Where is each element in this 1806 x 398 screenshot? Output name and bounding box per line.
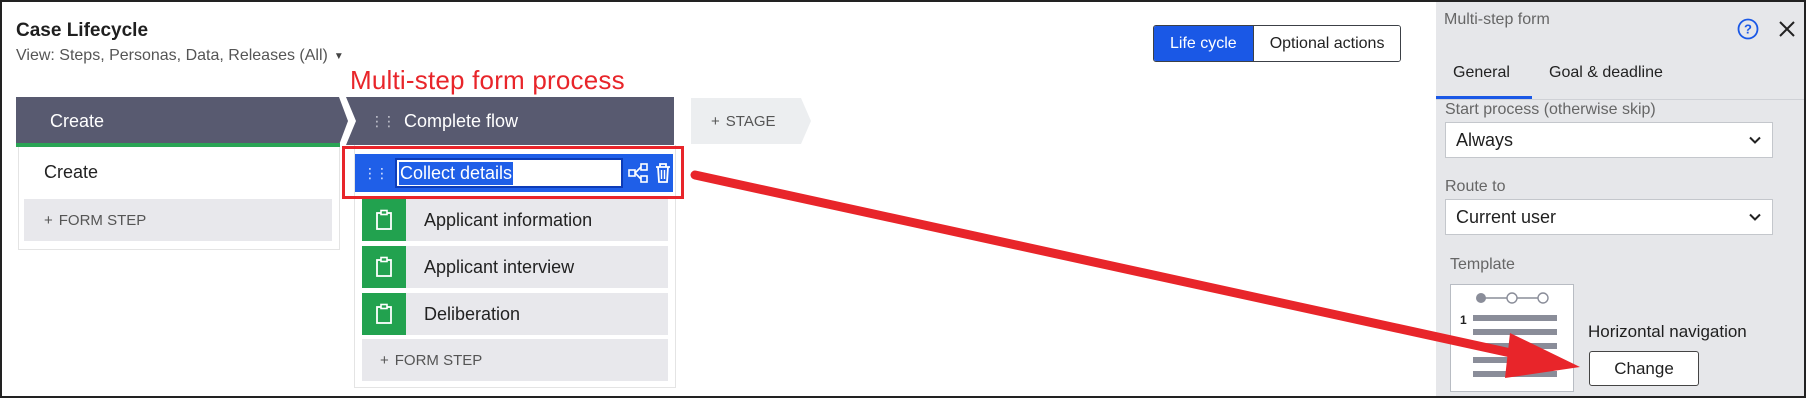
- drag-handle-icon[interactable]: ⋮⋮: [370, 113, 396, 128]
- svg-text:?: ?: [1744, 22, 1752, 37]
- help-icon[interactable]: ?: [1737, 18, 1759, 40]
- add-form-step-label: FORM STEP: [394, 351, 483, 369]
- stage-complete-flow-header[interactable]: ⋮⋮ Complete flow: [346, 97, 674, 145]
- template-name: Horizontal navigation: [1588, 322, 1747, 341]
- template-step-number: 1: [1460, 313, 1467, 327]
- annotation-highlight-box: [342, 146, 684, 199]
- route-to-label: Route to: [1445, 178, 1506, 195]
- plus-icon: +: [380, 351, 389, 369]
- optional-actions-toggle-button[interactable]: Optional actions: [1252, 26, 1401, 61]
- plus-icon: +: [44, 211, 53, 229]
- change-template-button[interactable]: Change: [1589, 351, 1699, 386]
- clipboard-icon: [362, 199, 406, 241]
- form-step-item[interactable]: Applicant interview: [362, 246, 668, 288]
- form-step-item[interactable]: Deliberation: [362, 293, 668, 335]
- annotation-label: Multi-step form process: [350, 65, 625, 95]
- route-to-value: Current user: [1456, 206, 1557, 227]
- view-toggle: Life cycle Optional actions: [1153, 25, 1402, 62]
- process-name[interactable]: Create: [44, 162, 98, 183]
- form-step-label: Applicant interview: [424, 256, 575, 277]
- view-selector[interactable]: View: Steps, Personas, Data, Releases (A…: [16, 47, 344, 65]
- stage-name: Complete flow: [404, 110, 519, 131]
- start-process-label: Start process (otherwise skip): [1445, 101, 1656, 118]
- tab-divider: [1436, 99, 1804, 100]
- chevron-down-icon: [1749, 136, 1761, 144]
- add-stage-button[interactable]: + STAGE: [691, 98, 811, 144]
- add-form-step-button[interactable]: + FORM STEP: [24, 199, 332, 241]
- panel-title: Multi-step form: [1444, 11, 1550, 28]
- stage-name: Create: [50, 110, 105, 131]
- add-stage-label: STAGE: [725, 112, 776, 130]
- plus-icon: +: [711, 112, 720, 130]
- add-form-step-label: FORM STEP: [58, 211, 147, 229]
- tab-goal-deadline[interactable]: Goal & deadline: [1549, 64, 1663, 82]
- clipboard-icon: [362, 293, 406, 335]
- tab-general[interactable]: General: [1453, 64, 1510, 82]
- start-process-value: Always: [1456, 129, 1514, 150]
- route-to-select[interactable]: Current user: [1445, 199, 1773, 235]
- stage-create-header[interactable]: Create: [16, 97, 348, 145]
- start-process-select[interactable]: Always: [1445, 122, 1773, 158]
- page-title: Case Lifecycle: [16, 20, 149, 41]
- clipboard-icon: [362, 246, 406, 288]
- view-label: View: Steps, Personas, Data, Releases (A…: [16, 47, 328, 64]
- template-label: Template: [1450, 256, 1515, 273]
- form-step-item[interactable]: Applicant information: [362, 199, 668, 241]
- chevron-down-icon: [1749, 213, 1761, 221]
- template-thumbnail: 1: [1450, 284, 1574, 392]
- add-form-step-button[interactable]: + FORM STEP: [362, 339, 668, 381]
- caret-down-icon: ▼: [333, 50, 344, 62]
- form-step-label: Applicant information: [424, 209, 593, 230]
- form-step-label: Deliberation: [424, 303, 521, 324]
- lifecycle-toggle-button[interactable]: Life cycle: [1154, 26, 1253, 61]
- close-icon[interactable]: [1775, 17, 1799, 41]
